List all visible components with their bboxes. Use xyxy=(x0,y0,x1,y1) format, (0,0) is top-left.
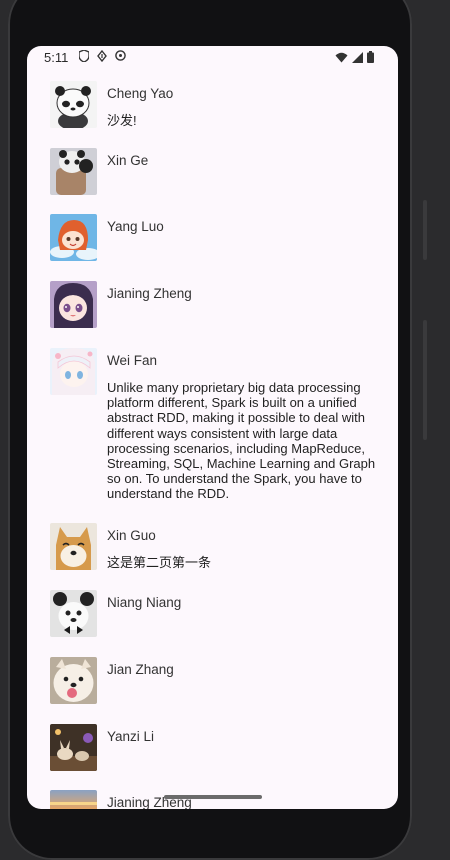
post-text: Unlike many proprietary big data process… xyxy=(107,380,376,502)
signal-icon xyxy=(352,51,363,66)
app-screen: 5:11 Cheng Yao 沙发! Xin Ge Yang Luo Jiani… xyxy=(27,46,398,809)
author-name: Jian Zhang xyxy=(107,662,174,677)
author-name: Xin Guo xyxy=(107,528,156,543)
avatar[interactable] xyxy=(50,724,97,771)
wifi-icon xyxy=(335,51,348,66)
avatar[interactable] xyxy=(50,790,97,809)
avatar[interactable] xyxy=(50,657,97,704)
author-name: Jianing Zheng xyxy=(107,286,192,301)
avatar[interactable] xyxy=(50,281,97,328)
power-button xyxy=(423,320,427,440)
author-name: Xin Ge xyxy=(107,153,149,168)
post-text: 这是第二页第一条 xyxy=(107,555,212,570)
status-time: 5:11 xyxy=(44,50,69,65)
avatar[interactable] xyxy=(50,590,97,637)
avatar[interactable] xyxy=(50,81,97,128)
shield-icon xyxy=(78,49,90,65)
avatar[interactable] xyxy=(50,148,97,195)
author-name: Niang Niang xyxy=(107,595,182,610)
author-name: Yang Luo xyxy=(107,219,164,234)
avatar[interactable] xyxy=(50,348,97,395)
author-name: Yanzi Li xyxy=(107,729,155,744)
home-indicator[interactable] xyxy=(164,795,262,799)
status-bar: 5:11 xyxy=(27,46,398,70)
battery-icon xyxy=(367,51,374,66)
bug-icon xyxy=(97,49,107,65)
author-name: Wei Fan xyxy=(107,353,158,368)
volume-button xyxy=(423,200,427,260)
author-name: Cheng Yao xyxy=(107,86,174,101)
post-text: 沙发! xyxy=(107,113,137,128)
avatar[interactable] xyxy=(50,523,97,570)
android-icon xyxy=(115,50,126,65)
avatar[interactable] xyxy=(50,214,97,261)
